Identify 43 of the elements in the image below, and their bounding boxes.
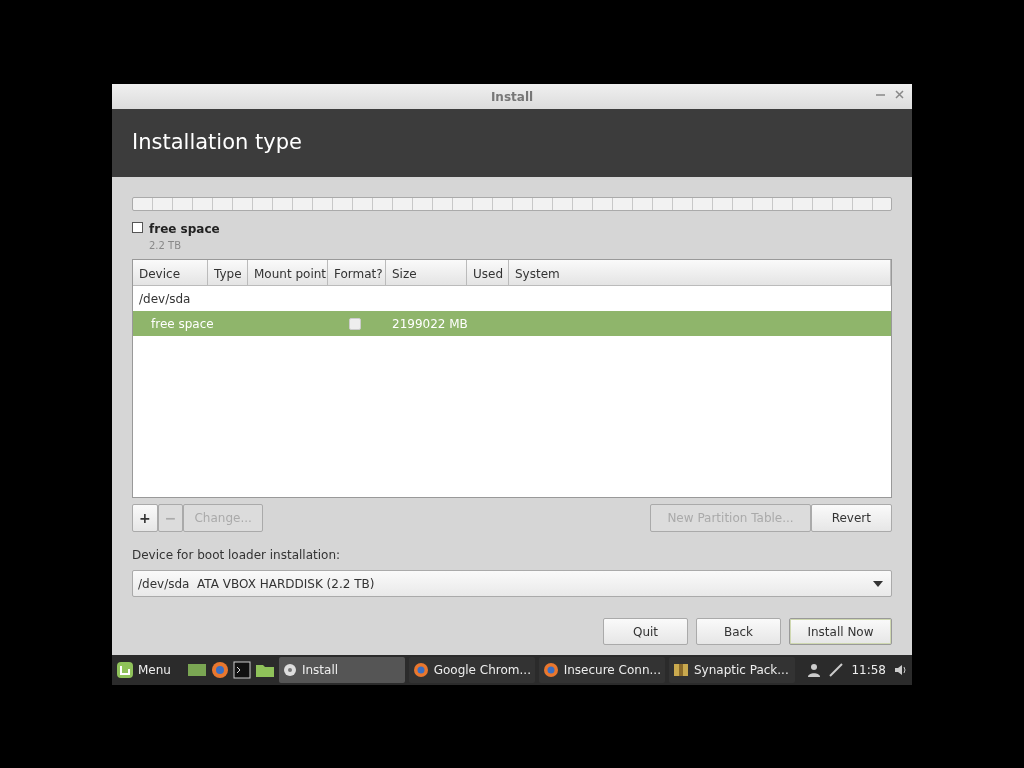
taskbar-button[interactable]: Install — [278, 657, 405, 683]
legend-swatch — [132, 222, 143, 233]
button[interactable]: Install Now — [789, 618, 892, 645]
button[interactable]: Back — [696, 618, 781, 645]
taskbar-button[interactable]: Insecure Conn... — [538, 657, 665, 683]
boot-device-dropdown[interactable]: /dev/sda ATA VBOX HARDDISK (2.2 TB) — [132, 570, 892, 597]
button[interactable]: Revert — [810, 504, 892, 532]
user-icon[interactable] — [807, 663, 822, 677]
page-title: Installation type — [132, 129, 302, 157]
column-header[interactable]: System — [509, 260, 891, 285]
mint-logo-icon[interactable] — [116, 661, 134, 679]
column-header[interactable]: Used — [467, 260, 509, 285]
table-row[interactable]: /dev/sda — [133, 286, 891, 311]
table-cell-text: 2199022 MB — [391, 315, 469, 333]
disc-icon — [282, 663, 297, 677]
browser-icon — [542, 662, 559, 678]
window-title: Install — [490, 88, 534, 106]
package-icon — [672, 662, 689, 678]
table-cell-text: free space — [150, 315, 215, 333]
table-cell-text: /dev/sda — [138, 290, 192, 308]
clock[interactable]: 11:58 — [851, 661, 886, 679]
button[interactable]: + — [132, 504, 158, 532]
legend-label: free space — [149, 221, 220, 238]
terminal-icon[interactable] — [232, 661, 251, 679]
dropdown-arrow-icon — [873, 580, 883, 587]
column-header[interactable]: Size — [386, 260, 467, 285]
taskbar-button[interactable]: Google Chrom... — [408, 657, 535, 683]
close-icon[interactable] — [895, 90, 904, 99]
volume-icon[interactable] — [894, 664, 908, 676]
legend-size: 2.2 TB — [149, 239, 183, 253]
column-header[interactable]: Type — [208, 260, 248, 285]
taskbar-button[interactable]: Synaptic Pack... — [668, 657, 795, 683]
column-header[interactable]: Device — [133, 260, 208, 285]
format-checkbox[interactable] — [349, 317, 361, 330]
folder-icon[interactable] — [254, 662, 275, 678]
column-header[interactable]: Format? — [328, 260, 386, 285]
monitor-icon[interactable] — [186, 662, 207, 678]
field-label: Device for boot loader installation: — [132, 547, 342, 564]
browser-icon[interactable] — [210, 661, 229, 679]
button[interactable]: Quit — [603, 618, 688, 645]
menu-button[interactable]: Menu — [138, 661, 171, 679]
column-header[interactable]: Mount point — [248, 260, 328, 285]
browser-icon — [412, 662, 429, 678]
